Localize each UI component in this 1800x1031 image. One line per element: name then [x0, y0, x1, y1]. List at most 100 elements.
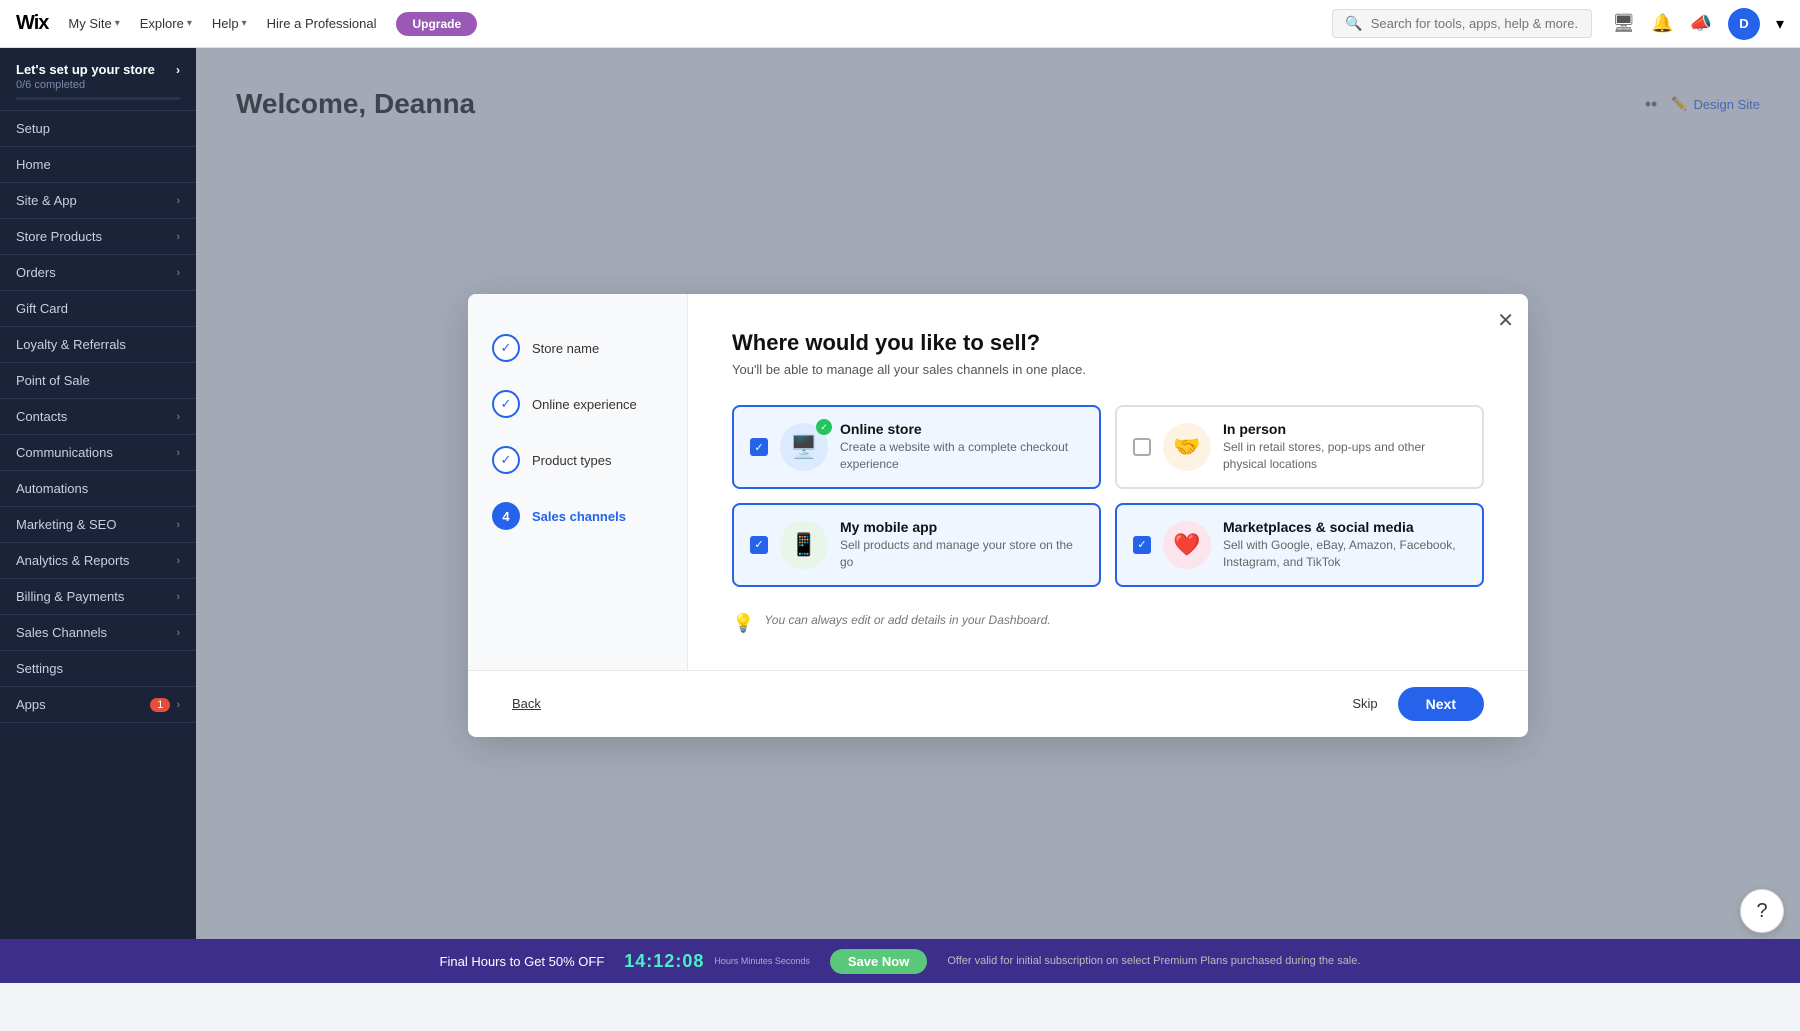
modal-close-button[interactable]: ✕	[1497, 308, 1514, 333]
sidebar-item-home[interactable]: Home	[0, 147, 196, 183]
mobile-title: My mobile app	[840, 519, 1083, 535]
channel-card-mobile[interactable]: ✓ 📱 My mobile app Sell products and mana…	[732, 503, 1101, 587]
marketplace-title: Marketplaces & social media	[1223, 519, 1466, 535]
banner-text: Final Hours to Get 50% OFF	[440, 954, 605, 969]
nav-icons: 🖥 🔔 📣 D ▾	[1612, 8, 1784, 40]
sidebar-item-billing[interactable]: Billing & Payments›	[0, 579, 196, 615]
wix-logo: Wix	[16, 12, 48, 35]
online-store-checkbox[interactable]: ✓	[750, 438, 768, 456]
step-4-icon: 4	[492, 502, 520, 530]
explore-nav[interactable]: Explore ▾	[140, 16, 192, 31]
heart-icon: ❤️	[1173, 532, 1200, 558]
search-icon: 🔍	[1345, 15, 1362, 32]
marketing-chevron-icon: ›	[176, 519, 180, 531]
next-button[interactable]: Next	[1398, 687, 1484, 721]
bell-icon[interactable]: 🔔	[1651, 13, 1673, 34]
tip-text: You can always edit or add details in yo…	[764, 611, 1050, 629]
modal-footer: Back Skip Next	[468, 670, 1528, 737]
megaphone-icon[interactable]: 📣	[1690, 13, 1712, 34]
sidebar-item-store-products[interactable]: Store Products›	[0, 219, 196, 255]
step-2-label: Online experience	[532, 397, 637, 412]
lightbulb-icon: 💡	[732, 613, 754, 634]
help-button[interactable]: ?	[1740, 889, 1784, 933]
online-store-desc: Create a website with a complete checkou…	[840, 439, 1083, 473]
check-icon-2: ✓	[501, 396, 512, 412]
sidebar-item-setup[interactable]: Setup	[0, 111, 196, 147]
sidebar-item-apps[interactable]: Apps 1 ›	[0, 687, 196, 723]
marketplace-desc: Sell with Google, eBay, Amazon, Facebook…	[1223, 537, 1466, 571]
in-person-checkbox[interactable]: ✓	[1133, 438, 1151, 456]
sidebar-item-communications[interactable]: Communications›	[0, 435, 196, 471]
sidebar-item-contacts[interactable]: Contacts›	[0, 399, 196, 435]
my-site-nav[interactable]: My Site ▾	[68, 16, 119, 31]
back-button[interactable]: Back	[512, 696, 541, 711]
channel-card-in-person[interactable]: ✓ 🤝 In person Sell in retail stores, pop…	[1115, 405, 1484, 489]
avatar-chevron-icon: ▾	[1776, 14, 1784, 34]
mobile-icon: 📱	[780, 521, 828, 569]
sidebar-item-settings[interactable]: Settings	[0, 651, 196, 687]
modal-body: ✓ Store name ✓ Online experience ✓ Pr	[468, 294, 1528, 669]
sidebar-item-marketing[interactable]: Marketing & SEO›	[0, 507, 196, 543]
wizard-sidebar: ✓ Store name ✓ Online experience ✓ Pr	[468, 294, 688, 669]
promo-banner: Final Hours to Get 50% OFF 14:12:08 Hour…	[0, 939, 1800, 983]
apps-chevron-icon: ›	[176, 699, 180, 711]
online-store-badge: ✓	[816, 419, 832, 435]
sidebar-item-sales-channels[interactable]: Sales Channels›	[0, 615, 196, 651]
wizard-step-3: ✓ Product types	[492, 446, 663, 474]
banner-save-button[interactable]: Save Now	[830, 949, 927, 974]
in-person-info: In person Sell in retail stores, pop-ups…	[1223, 421, 1466, 473]
apps-badge: 1	[150, 698, 170, 712]
mobile-info: My mobile app Sell products and manage y…	[840, 519, 1083, 571]
sidebar-item-loyalty[interactable]: Loyalty & Referrals	[0, 327, 196, 363]
handshake-icon: 🤝	[1173, 434, 1200, 460]
sidebar-item-automations[interactable]: Automations	[0, 471, 196, 507]
help-nav[interactable]: Help ▾	[212, 16, 247, 31]
comms-chevron-icon: ›	[176, 447, 180, 459]
help-chevron-icon: ▾	[242, 18, 247, 29]
upgrade-button[interactable]: Upgrade	[396, 12, 477, 36]
mobile-desc: Sell products and manage your store on t…	[840, 537, 1083, 571]
explore-chevron-icon: ▾	[187, 18, 192, 29]
setup-wizard-modal: ✕ ✓ Store name ✓ Online experience	[468, 294, 1528, 736]
sidebar: Let's set up your store › 0/6 completed …	[0, 48, 196, 983]
orders-chevron-icon: ›	[176, 267, 180, 279]
wizard-step-4: 4 Sales channels	[492, 502, 663, 530]
desktop-icon[interactable]: 🖥	[1612, 13, 1635, 34]
sidebar-item-gift-card[interactable]: Gift Card	[0, 291, 196, 327]
footer-right: Skip Next	[1352, 687, 1484, 721]
online-store-title: Online store	[840, 421, 1083, 437]
sidebar-item-site-app[interactable]: Site & App›	[0, 183, 196, 219]
wizard-content: Where would you like to sell? You'll be …	[688, 294, 1528, 669]
step-1-label: Store name	[532, 341, 599, 356]
channels-grid: ✓ 🖥️ ✓ Online store Create a website wit…	[732, 405, 1484, 586]
search-input[interactable]	[1371, 16, 1580, 31]
sidebar-progress-label: 0/6 completed	[16, 79, 180, 91]
search-bar: 🔍	[1332, 9, 1592, 38]
monitor-icon: 🖥️	[790, 434, 817, 460]
sidebar-item-orders[interactable]: Orders›	[0, 255, 196, 291]
mobile-phone-icon: 📱	[790, 532, 817, 558]
sidebar-item-analytics[interactable]: Analytics & Reports›	[0, 543, 196, 579]
avatar[interactable]: D	[1728, 8, 1760, 40]
sales-channels-chevron-icon: ›	[176, 627, 180, 639]
step-1-icon: ✓	[492, 334, 520, 362]
skip-button[interactable]: Skip	[1352, 696, 1377, 711]
mobile-checkbox[interactable]: ✓	[750, 536, 768, 554]
marketplace-checkbox[interactable]: ✓	[1133, 536, 1151, 554]
top-nav: Wix My Site ▾ Explore ▾ Help ▾ Hire a Pr…	[0, 0, 1800, 48]
banner-disclaimer: Offer valid for initial subscription on …	[947, 955, 1360, 967]
tip-box: 💡 You can always edit or add details in …	[732, 611, 1484, 634]
sidebar-header: Let's set up your store › 0/6 completed	[0, 48, 196, 111]
wizard-subtitle: You'll be able to manage all your sales …	[732, 362, 1484, 377]
wizard-step-1: ✓ Store name	[492, 334, 663, 362]
hire-professional-nav[interactable]: Hire a Professional	[267, 16, 377, 31]
step-3-label: Product types	[532, 453, 612, 468]
sidebar-item-point-of-sale[interactable]: Point of Sale	[0, 363, 196, 399]
channel-card-online-store[interactable]: ✓ 🖥️ ✓ Online store Create a website wit…	[732, 405, 1101, 489]
wizard-title: Where would you like to sell?	[732, 330, 1484, 356]
site-app-chevron-icon: ›	[176, 195, 180, 207]
in-person-title: In person	[1223, 421, 1466, 437]
wizard-step-2: ✓ Online experience	[492, 390, 663, 418]
channel-card-marketplace[interactable]: ✓ ❤️ Marketplaces & social media Sell wi…	[1115, 503, 1484, 587]
in-person-icon: 🤝	[1163, 423, 1211, 471]
